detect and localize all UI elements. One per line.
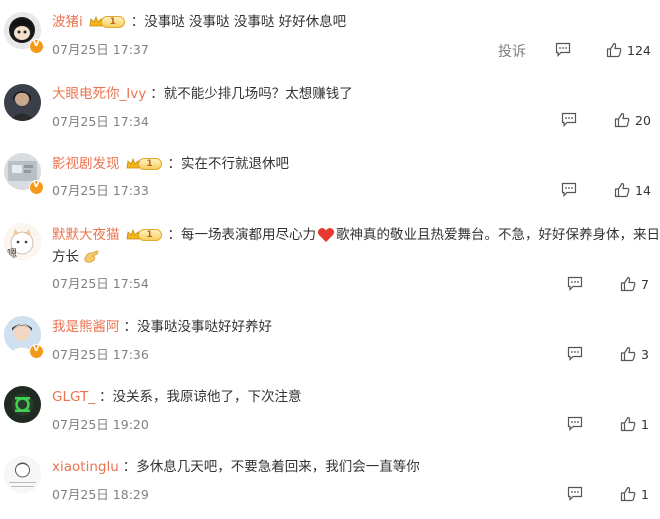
timestamp: 07月25日 17:36 (52, 347, 149, 362)
separator: ： (167, 227, 182, 243)
like-icon[interactable] (614, 112, 630, 132)
avatar[interactable]: 嗯 (4, 223, 41, 260)
report-link[interactable]: 投诉 (498, 41, 526, 61)
username[interactable]: 波猪i (52, 11, 83, 33)
username[interactable]: 影视剧发现 (52, 153, 120, 175)
avatar-text: 嗯 (7, 248, 17, 260)
timestamp: 07月25日 17:37 (52, 42, 149, 57)
timestamp: 07月25日 17:33 (52, 183, 149, 198)
separator: ： (98, 389, 113, 405)
avatar[interactable] (4, 386, 41, 423)
reply-icon[interactable] (567, 486, 583, 505)
cartoon-cat-avatar-icon: 嗯 (4, 223, 41, 260)
separator: ： (130, 14, 145, 30)
username[interactable]: 默默大夜猫 (52, 224, 120, 246)
like-count: 124 (627, 43, 651, 58)
comment-text: 多休息几天吧，不要急着回来，我们会一直等你 (136, 459, 420, 475)
comment-text: 每一场表演都用尽心力 (181, 227, 316, 243)
username[interactable]: 我是熊酱阿 (52, 316, 120, 338)
comment-text-line2: 方长 (52, 249, 79, 265)
verified-badge-icon (29, 179, 44, 195)
timestamp: 07月25日 17:34 (52, 114, 149, 129)
comment-feed: 波猪i 1 ： 没事哒 没事哒 没事哒 好好休息吧 07月25日 17:37 投… (0, 0, 660, 519)
medal-level: 1 (137, 158, 162, 170)
avatar[interactable] (4, 456, 41, 493)
reply-icon[interactable] (567, 346, 583, 365)
timestamp: 07月25日 18:29 (52, 487, 149, 502)
reply-icon[interactable] (561, 182, 577, 201)
clap-emoji-icon (84, 250, 99, 263)
fan-medal-icon: 1 (89, 14, 129, 30)
like-icon[interactable] (620, 416, 636, 436)
comment-text-continued: 歌神真的敬业且热爱舞台。不急，好好保养身体，来日 (336, 227, 660, 243)
username[interactable]: xiaotinglu (52, 456, 119, 478)
verified-badge-icon (29, 343, 44, 359)
green-lantern-avatar-icon (4, 386, 41, 423)
heart-emoji-icon (317, 228, 335, 242)
comment-text: 没关系，我原谅他了，下次注意 (112, 389, 302, 405)
like-count: 20 (635, 113, 651, 128)
like-count: 7 (641, 277, 649, 292)
comment-text: 实在不行就退休吧 (181, 156, 289, 172)
like-count: 1 (641, 417, 649, 432)
like-count: 3 (641, 347, 649, 362)
portrait-avatar-icon (4, 84, 41, 121)
username[interactable]: 大眼电死你_Ivy (52, 83, 146, 105)
timestamp: 07月25日 19:20 (52, 417, 149, 432)
reply-icon[interactable] (555, 42, 571, 61)
comment-text: 没事哒没事哒好好养好 (137, 319, 272, 335)
comment-text: 就不能少排几场吗？太想赚钱了 (163, 86, 353, 102)
like-icon[interactable] (620, 276, 636, 296)
fan-medal-icon: 1 (126, 227, 166, 243)
separator: ： (123, 319, 138, 335)
reply-icon[interactable] (567, 416, 583, 435)
username[interactable]: GLGT_ (52, 386, 95, 408)
like-icon[interactable] (620, 486, 636, 506)
fan-medal-icon: 1 (126, 156, 166, 172)
like-count: 1 (641, 487, 649, 502)
reply-icon[interactable] (561, 112, 577, 131)
like-count: 14 (635, 183, 651, 198)
separator: ： (122, 459, 137, 475)
medal-level: 1 (100, 16, 125, 28)
medal-level: 1 (137, 229, 162, 241)
separator: ： (167, 156, 182, 172)
separator: ： (150, 86, 164, 102)
verified-badge-icon (29, 38, 44, 54)
comment-text: 没事哒 没事哒 没事哒 好好休息吧 (144, 14, 347, 30)
timestamp: 07月25日 17:54 (52, 276, 149, 291)
like-icon[interactable] (606, 42, 622, 62)
sketch-avatar-icon (4, 456, 41, 493)
like-icon[interactable] (620, 346, 636, 366)
reply-icon[interactable] (567, 276, 583, 295)
like-icon[interactable] (614, 182, 630, 202)
avatar[interactable] (4, 84, 41, 121)
